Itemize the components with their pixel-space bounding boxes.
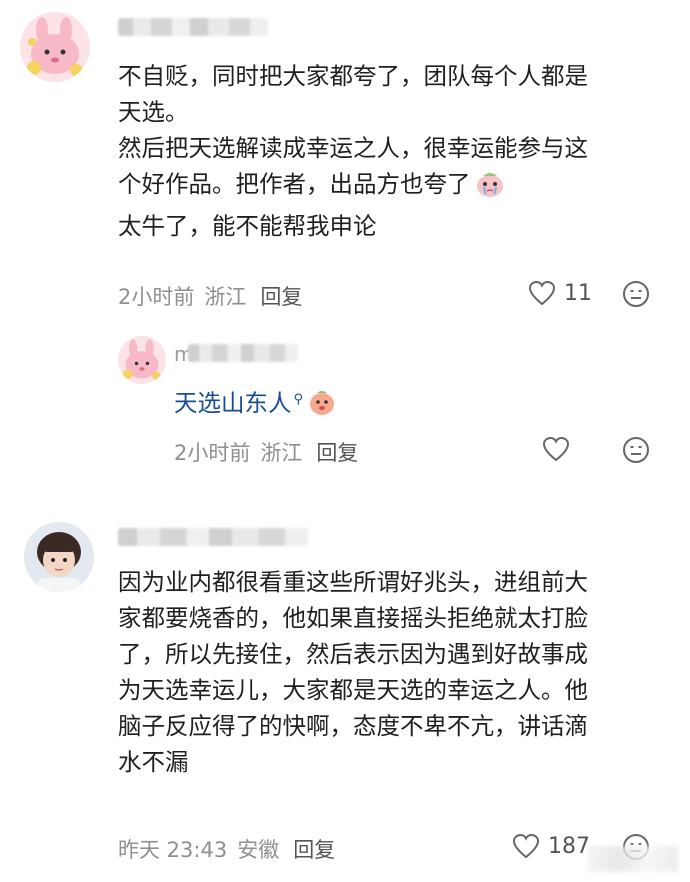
- pink-bunny-avatar-icon: [118, 336, 166, 384]
- comment-line: 家都要烧香的，他如果直接摇头拒绝就太打脸: [118, 604, 588, 632]
- crying-emoji-icon: [475, 170, 505, 208]
- comment-text: 因为业内都很看重这些所谓好兆头，进组前大 家都要烧香的，他如果直接摇头拒绝就太打…: [118, 564, 588, 780]
- watermark-blurred: [588, 846, 678, 872]
- timestamp: 2小时前: [118, 285, 195, 309]
- child-photo-avatar-icon: [24, 522, 94, 592]
- dislike-face-icon: [623, 281, 649, 307]
- comment-meta: 2小时前 浙江 回复: [118, 281, 302, 311]
- username-blurred[interactable]: [118, 528, 308, 546]
- like-button[interactable]: 11: [528, 280, 592, 306]
- timestamp: 2小时前: [174, 441, 251, 465]
- heart-icon: [512, 833, 540, 859]
- timestamp: 昨天 23:43: [118, 838, 228, 862]
- pink-bunny-avatar-icon: [20, 12, 90, 82]
- comment-line: 水不漏: [118, 748, 189, 776]
- dislike-button[interactable]: [622, 436, 650, 464]
- comment-line: 然后把天选解读成幸运之人，很幸运能参与这: [118, 134, 588, 162]
- location: 浙江: [260, 441, 303, 465]
- location: 浙江: [204, 285, 247, 309]
- comment-1: 不自贬，同时把大家都夸了，团队每个人都是 天选。 然后把天选解读成幸运之人，很幸…: [0, 0, 690, 320]
- dislike-face-icon: [623, 437, 649, 463]
- search-icon[interactable]: ⚲: [294, 392, 304, 407]
- comment-text: 不自贬，同时把大家都夸了，团队每个人都是 天选。 然后把天选解读成幸运之人，很幸…: [118, 58, 588, 244]
- comment-line: 因为业内都很看重这些所谓好兆头，进组前大: [118, 568, 588, 596]
- username-blurred[interactable]: [118, 18, 268, 36]
- dislike-button[interactable]: [622, 280, 650, 308]
- avatar[interactable]: [24, 522, 94, 592]
- heart-icon: [542, 436, 570, 462]
- reply-text: 天选山东人 ⚲: [174, 382, 337, 427]
- location: 安徽: [237, 838, 280, 862]
- avatar[interactable]: [20, 12, 90, 82]
- comment-line: 脑子反应得了的快啊，态度不卑不亢，讲话滴: [118, 712, 588, 740]
- like-count: 11: [564, 280, 592, 306]
- comment-line: 不自贬，同时把大家都夸了，团队每个人都是: [118, 62, 588, 90]
- comment-line: 个好作品。把作者，出品方也夸了: [118, 166, 588, 208]
- peach-emoji-icon: [307, 387, 337, 427]
- comment-2: 因为业内都很看重这些所谓好兆头，进组前大 家都要烧香的，他如果直接摇头拒绝就太打…: [0, 500, 690, 882]
- like-count: 187: [548, 833, 590, 859]
- reply-button[interactable]: 回复: [293, 838, 335, 862]
- heart-icon: [528, 280, 556, 306]
- comment-line: 太牛了，能不能帮我申论: [118, 212, 377, 240]
- reply-meta: 2小时前 浙江 回复: [174, 437, 358, 467]
- reply-button[interactable]: 回复: [260, 285, 302, 309]
- comment-line: 了，所以先接住，然后表示因为遇到好故事成: [118, 640, 588, 668]
- like-button[interactable]: 187: [512, 833, 590, 859]
- comment-line: 天选。: [118, 98, 189, 126]
- reply-content: 天选山东人: [174, 389, 292, 417]
- username-blurred[interactable]: [188, 344, 298, 362]
- reply-comment: m 天选山东人 ⚲ 2小时前 浙江 回复: [0, 320, 690, 480]
- reply-button[interactable]: 回复: [316, 441, 358, 465]
- like-button[interactable]: [542, 436, 570, 462]
- comment-meta: 昨天 23:43 安徽 回复: [118, 834, 335, 864]
- avatar[interactable]: [118, 336, 166, 384]
- comment-line: 为天选幸运儿，大家都是天选的幸运之人。他: [118, 676, 588, 704]
